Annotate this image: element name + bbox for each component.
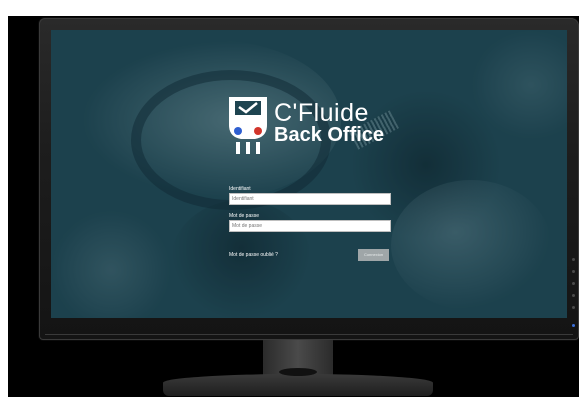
monitor-button xyxy=(572,294,575,297)
monitor-button xyxy=(572,258,575,261)
brand-logo: C'Fluide Back Office xyxy=(226,95,396,155)
login-button[interactable]: Connexion xyxy=(358,249,389,261)
app-title: C'Fluide xyxy=(274,99,369,127)
monitor-button xyxy=(572,270,575,273)
login-form: Identifiant Mot de passe Mot de passe ou… xyxy=(229,186,391,261)
form-footer: Mot de passe oublié ? Connexion xyxy=(229,249,389,261)
refrigerant-gauge-checkmark-icon xyxy=(229,97,267,154)
monitor-stand-base xyxy=(163,374,433,396)
monitor-button xyxy=(572,282,575,285)
username-label: Identifiant xyxy=(229,186,251,192)
login-screen: C'Fluide Back Office Identifiant Mot de … xyxy=(51,30,567,318)
monitor-button xyxy=(572,306,575,309)
monitor-scene: C'Fluide Back Office Identifiant Mot de … xyxy=(8,16,579,397)
password-label: Mot de passe xyxy=(229,213,260,219)
bezel-edge xyxy=(45,334,573,335)
monitor-side-buttons xyxy=(571,258,576,328)
forgot-password-link[interactable]: Mot de passe oublié ? xyxy=(229,252,278,258)
power-led-icon xyxy=(572,324,575,327)
app-subtitle: Back Office xyxy=(274,124,385,146)
background-tint xyxy=(51,30,567,318)
username-input[interactable] xyxy=(229,193,391,205)
password-input[interactable] xyxy=(229,220,391,232)
monitor-frame: C'Fluide Back Office Identifiant Mot de … xyxy=(39,18,579,340)
monitor-stand-cutout xyxy=(279,368,317,376)
